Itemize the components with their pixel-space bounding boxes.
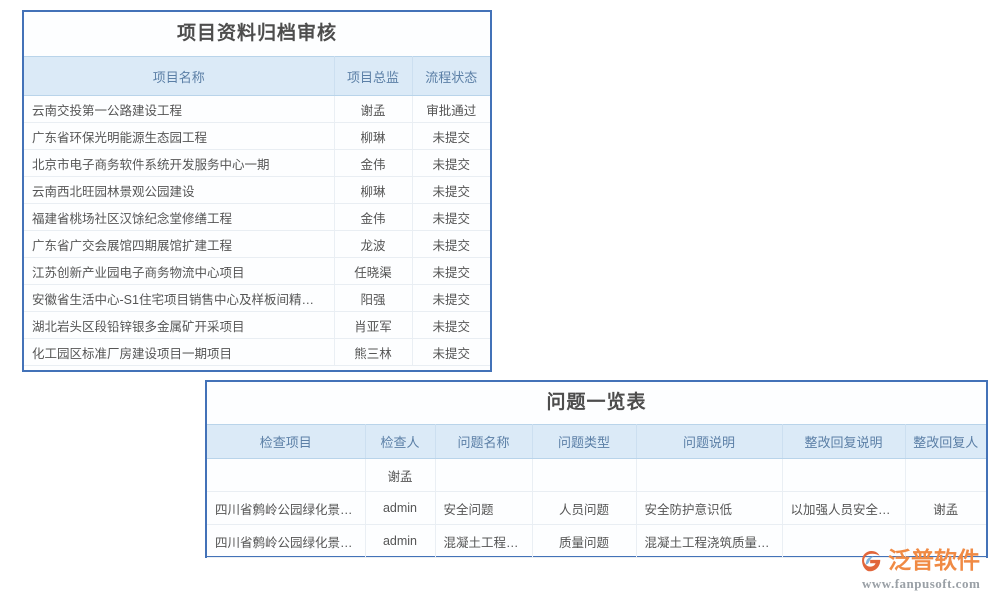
flow-status-badge: 未提交 [412, 177, 490, 204]
table-header-row: 检查项目 检查人 问题名称 问题类型 问题说明 整改回复说明 整改回复人 [207, 425, 986, 459]
project-owner-cell: 阳强 [334, 285, 412, 312]
table-row: 广东省环保光明能源生态园工程柳琳未提交 [24, 123, 490, 150]
flow-status-badge: 未提交 [412, 204, 490, 231]
project-owner-cell: 柳琳 [334, 177, 412, 204]
watermark-brand-name: 泛普软件 [888, 547, 980, 574]
issue-desc-cell: 安全防护意识低 [636, 492, 782, 525]
issue-list-panel: 问题一览表 检查项目 检查人 问题名称 问题类型 问题说明 整改回复说明 整改回… [205, 380, 988, 558]
flow-status-badge: 未提交 [412, 285, 490, 312]
project-owner-cell: 金伟 [334, 150, 412, 177]
flow-status-badge: 审批通过 [412, 96, 490, 123]
issue-type-cell: 人员问题 [532, 492, 636, 525]
issue-desc-cell [636, 459, 782, 492]
table-row: 安徽省生活中心-S1住宅项目销售中心及样板间精装修及阳强未提交 [24, 285, 490, 312]
project-owner-cell: 柳琳 [334, 123, 412, 150]
fix-person-cell: 谢孟 [905, 492, 986, 525]
table-row: 湖北岩头区段铅锌银多金属矿开采项目肖亚军未提交 [24, 312, 490, 339]
table-row: 云南西北旺园林景观公园建设柳琳未提交 [24, 177, 490, 204]
column-header-flow-status: 流程状态 [412, 57, 490, 96]
project-owner-cell: 谢孟 [334, 96, 412, 123]
table-row: 北京市电子商务软件系统开发服务中心一期金伟未提交 [24, 150, 490, 177]
flow-status-badge: 未提交 [412, 258, 490, 285]
table-row: 四川省鹩岭公园绿化景观...admin安全问题人员问题安全防护意识低以加强人员安… [207, 492, 986, 525]
project-name-link[interactable]: 北京市电子商务软件系统开发服务中心一期 [24, 150, 334, 177]
issue-type-cell [532, 459, 636, 492]
project-name-link[interactable]: 广东省广交会展馆四期展馆扩建工程 [24, 231, 334, 258]
project-name-link[interactable]: 化工园区标准厂房建设项目一期项目 [24, 339, 334, 366]
watermark-url: www.fanpusoft.com [862, 576, 998, 592]
fix-person-cell [905, 459, 986, 492]
watermark-brand-row: 泛普软件 [858, 545, 998, 575]
table-header-row: 项目名称 项目总监 流程状态 [24, 57, 490, 96]
column-header-project-owner: 项目总监 [334, 57, 412, 96]
project-name-link[interactable]: 云南西北旺园林景观公园建设 [24, 177, 334, 204]
project-owner-cell: 任晓渠 [334, 258, 412, 285]
issue-type-cell: 质量问题 [532, 525, 636, 558]
watermark: 泛普软件 www.fanpusoft.com [858, 545, 998, 595]
flow-status-badge: 未提交 [412, 231, 490, 258]
fix-reply-cell [782, 459, 905, 492]
flow-status-badge: 未提交 [412, 150, 490, 177]
table-row: 谢孟 [207, 459, 986, 492]
issue-panel-title: 问题一览表 [207, 382, 986, 424]
project-name-link[interactable]: 安徽省生活中心-S1住宅项目销售中心及样板间精装修及 [24, 285, 334, 312]
project-owner-cell: 金伟 [334, 204, 412, 231]
check-item-link[interactable]: 四川省鹩岭公园绿化景观... [207, 525, 365, 558]
project-name-link[interactable]: 湖北岩头区段铅锌银多金属矿开采项目 [24, 312, 334, 339]
table-row: 云南交投第一公路建设工程谢孟审批通过 [24, 96, 490, 123]
project-owner-cell: 熊三林 [334, 339, 412, 366]
column-header-check-item: 检查项目 [207, 425, 365, 459]
column-header-issue-type: 问题类型 [532, 425, 636, 459]
flow-status-badge: 未提交 [412, 339, 490, 366]
project-name-link[interactable]: 福建省桃场社区汉馀纪念堂修缮工程 [24, 204, 334, 231]
check-item-cell [207, 459, 365, 492]
issue-name-cell: 安全问题 [435, 492, 532, 525]
table-row: 江苏创新产业园电子商务物流中心项目任晓渠未提交 [24, 258, 490, 285]
flow-status-badge: 未提交 [412, 312, 490, 339]
check-item-link[interactable]: 四川省鹩岭公园绿化景观... [207, 492, 365, 525]
inspector-cell: 谢孟 [365, 459, 435, 492]
column-header-inspector: 检查人 [365, 425, 435, 459]
archive-review-table: 项目名称 项目总监 流程状态 云南交投第一公路建设工程谢孟审批通过广东省环保光明… [24, 56, 490, 366]
archive-table-body: 云南交投第一公路建设工程谢孟审批通过广东省环保光明能源生态园工程柳琳未提交北京市… [24, 96, 490, 366]
project-owner-cell: 龙波 [334, 231, 412, 258]
column-header-fix-reply: 整改回复说明 [782, 425, 905, 459]
fix-reply-cell: 以加强人员安全意... [782, 492, 905, 525]
table-row: 化工园区标准厂房建设项目一期项目熊三林未提交 [24, 339, 490, 366]
fanpu-logo-icon [858, 547, 885, 574]
column-header-issue-name: 问题名称 [435, 425, 532, 459]
inspector-cell: admin [365, 492, 435, 525]
table-row: 广东省广交会展馆四期展馆扩建工程龙波未提交 [24, 231, 490, 258]
project-name-link[interactable]: 云南交投第一公路建设工程 [24, 96, 334, 123]
issue-name-cell: 混凝土工程浇筑 [435, 525, 532, 558]
project-owner-cell: 肖亚军 [334, 312, 412, 339]
issue-table-body: 谢孟四川省鹩岭公园绿化景观...admin安全问题人员问题安全防护意识低以加强人… [207, 459, 986, 558]
archive-review-panel: 项目资料归档审核 项目名称 项目总监 流程状态 云南交投第一公路建设工程谢孟审批… [22, 10, 492, 372]
issue-list-table: 检查项目 检查人 问题名称 问题类型 问题说明 整改回复说明 整改回复人 谢孟四… [207, 424, 986, 558]
project-name-link[interactable]: 广东省环保光明能源生态园工程 [24, 123, 334, 150]
inspector-cell: admin [365, 525, 435, 558]
table-row: 福建省桃场社区汉馀纪念堂修缮工程金伟未提交 [24, 204, 490, 231]
column-header-fix-person: 整改回复人 [905, 425, 986, 459]
project-name-link[interactable]: 江苏创新产业园电子商务物流中心项目 [24, 258, 334, 285]
issue-desc-cell: 混凝土工程浇筑质量不... [636, 525, 782, 558]
flow-status-badge: 未提交 [412, 123, 490, 150]
column-header-project-name: 项目名称 [24, 57, 334, 96]
issue-name-cell [435, 459, 532, 492]
archive-panel-title: 项目资料归档审核 [24, 12, 490, 56]
column-header-issue-desc: 问题说明 [636, 425, 782, 459]
